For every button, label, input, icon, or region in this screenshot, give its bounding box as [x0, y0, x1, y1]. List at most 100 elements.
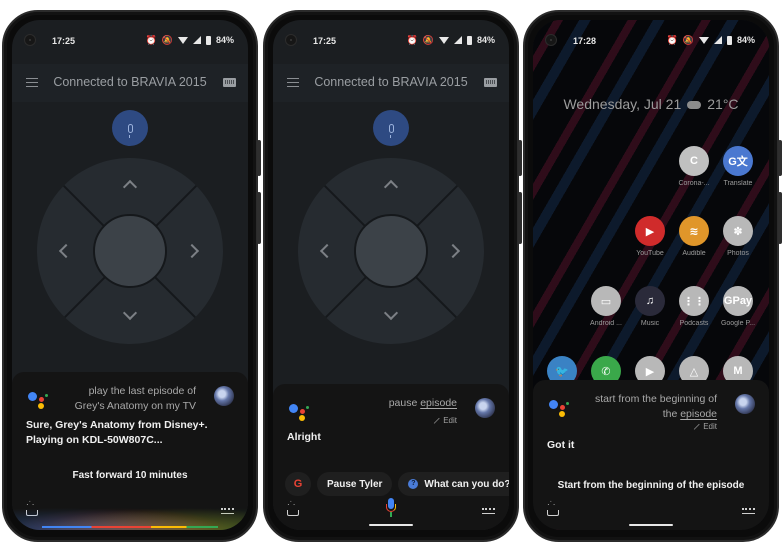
user-query[interactable]: start from the beginning of the episode [595, 392, 717, 422]
suggestion-chip[interactable]: Fast forward 10 minutes [12, 470, 248, 481]
phone-1: 17:25 ⏰ 🔕 84% Connected to BRAVIA 2015 p… [2, 10, 261, 542]
app-label: Google P... [720, 320, 756, 327]
keyboard-icon[interactable] [482, 508, 495, 514]
app-glyph-icon: ▭ [591, 286, 621, 316]
alarm-icon: ⏰ [145, 35, 157, 45]
dpad [37, 158, 223, 344]
dpad [298, 158, 484, 344]
phone-3: 17:28 ⏰ 🔕 84% Wednesday, Jul 21 21°C C Cor… [523, 10, 782, 542]
app-icon-translate[interactable]: G文 Translate [715, 146, 761, 187]
voice-button[interactable] [112, 110, 148, 146]
keyboard-icon[interactable] [223, 78, 236, 87]
battery-icon [205, 35, 211, 45]
chip-pause-tyler[interactable]: Pause Tyler [317, 472, 393, 496]
user-query[interactable]: pause episode [389, 396, 457, 411]
user-avatar[interactable] [214, 386, 234, 406]
voice-button[interactable] [373, 110, 409, 146]
assistant-sheet: play the last episode of Grey's Anatomy … [12, 372, 248, 530]
app-icon-audible[interactable]: ≋ Audible [671, 216, 717, 257]
mic-icon [127, 123, 133, 138]
app-icon-podcasts[interactable]: ⋮⋮ Podcasts [671, 286, 717, 327]
notifications-off-icon: 🔕 [422, 35, 434, 45]
app-label: Translate [723, 180, 753, 187]
lens-icon[interactable] [547, 500, 559, 516]
dpad-right[interactable] [184, 243, 200, 259]
home-indicator[interactable] [369, 524, 413, 526]
battery-icon [726, 35, 732, 45]
mic-icon [388, 123, 394, 138]
app-icon-photos[interactable]: ✽ Photos [715, 216, 761, 257]
lens-icon[interactable] [287, 500, 299, 516]
app-bar: Connected to BRAVIA 2015 [273, 64, 509, 102]
keyboard-icon[interactable] [742, 508, 755, 514]
app-icon-android[interactable]: ▭ Android ... [583, 286, 629, 327]
app-glyph-icon: G文 [723, 146, 753, 176]
app-icon-google-p[interactable]: GPay Google P... [715, 286, 761, 327]
app-glyph-icon: ▶ [635, 216, 665, 246]
status-bar: 17:28 ⏰ 🔕 84% [533, 20, 769, 64]
dpad-left[interactable] [58, 243, 74, 259]
dpad-select[interactable] [93, 214, 167, 288]
app-glyph-icon: ≋ [679, 216, 709, 246]
camera-hole [24, 34, 36, 46]
alarm-icon: ⏰ [666, 35, 678, 45]
screen: 17:28 ⏰ 🔕 84% Wednesday, Jul 21 21°C C Cor… [533, 20, 769, 530]
notifications-off-icon: 🔕 [161, 35, 173, 45]
listening-bar [42, 526, 218, 528]
google-assistant-logo-icon [28, 390, 50, 410]
wifi-icon [177, 36, 188, 44]
app-glyph-icon: GPay [723, 286, 753, 316]
app-title: Connected to BRAVIA 2015 [53, 75, 207, 89]
screen: 17:25 ⏰ 🔕 84% Connected to BRAVIA 2015 p… [12, 20, 248, 530]
side-button [257, 192, 261, 244]
status-bar: 17:25 ⏰ 🔕 84% [12, 20, 248, 64]
app-label: YouTube [636, 250, 664, 257]
app-glyph-icon: ✽ [723, 216, 753, 246]
user-avatar[interactable] [475, 398, 495, 418]
dpad-right[interactable] [445, 243, 461, 259]
home-indicator[interactable] [629, 524, 673, 526]
app-glyph-icon: ⋮⋮ [679, 286, 709, 316]
app-title: Connected to BRAVIA 2015 [314, 75, 468, 89]
date: Wednesday, Jul 21 [563, 96, 682, 112]
assistant-sheet: pause episode | Edit Alright G Pause Tyle… [273, 384, 509, 530]
battery-percent: 84% [215, 35, 234, 45]
dpad-down[interactable] [383, 305, 399, 321]
app-label: Corona-... [678, 180, 710, 187]
battery-percent: 84% [736, 35, 755, 45]
assistant-mic-icon[interactable] [386, 498, 396, 518]
app-icon-youtube[interactable]: ▶ YouTube [627, 216, 673, 257]
suggestion-chips: G Pause Tyler ? What can you do? [285, 472, 509, 496]
battery-percent: 84% [476, 35, 495, 45]
app-label: Podcasts [679, 320, 709, 327]
dpad-select[interactable] [354, 214, 428, 288]
google-search-chip[interactable]: G [285, 472, 311, 496]
app-bar: Connected to BRAVIA 2015 [12, 64, 248, 102]
status-time: 17:25 [52, 36, 76, 46]
dpad-left[interactable] [319, 243, 335, 259]
at-a-glance[interactable]: Wednesday, Jul 21 21°C [533, 96, 769, 112]
alarm-icon: ⏰ [406, 35, 418, 45]
dpad-down[interactable] [122, 305, 138, 321]
app-label: Audible [682, 250, 706, 257]
dpad-up[interactable] [122, 179, 138, 195]
user-query[interactable]: play the last episode of Grey's Anatomy … [75, 384, 196, 414]
pencil-icon: | [693, 422, 702, 431]
dpad-up[interactable] [383, 179, 399, 195]
app-label: Android ... [590, 320, 622, 327]
assistant-reply: Got it [547, 439, 575, 451]
pencil-icon: | [433, 416, 442, 425]
help-icon: ? [408, 479, 419, 489]
assistant-reply: Alright [287, 431, 321, 443]
keyboard-icon[interactable] [484, 78, 497, 87]
suggestion-chip[interactable]: Start from the beginning of the episode [533, 480, 769, 491]
assistant-sheet: start from the beginning of the episode … [533, 380, 769, 530]
chip-what-can-you-do[interactable]: ? What can you do? [398, 472, 509, 496]
user-avatar[interactable] [735, 394, 755, 414]
edit-button[interactable]: | Edit [693, 422, 717, 431]
app-icon-music[interactable]: ♫ Music [627, 286, 673, 327]
signal-icon [192, 36, 201, 44]
app-glyph-icon: ♫ [635, 286, 665, 316]
app-icon-corona[interactable]: C Corona-... [671, 146, 717, 187]
edit-button[interactable]: | Edit [433, 416, 457, 425]
